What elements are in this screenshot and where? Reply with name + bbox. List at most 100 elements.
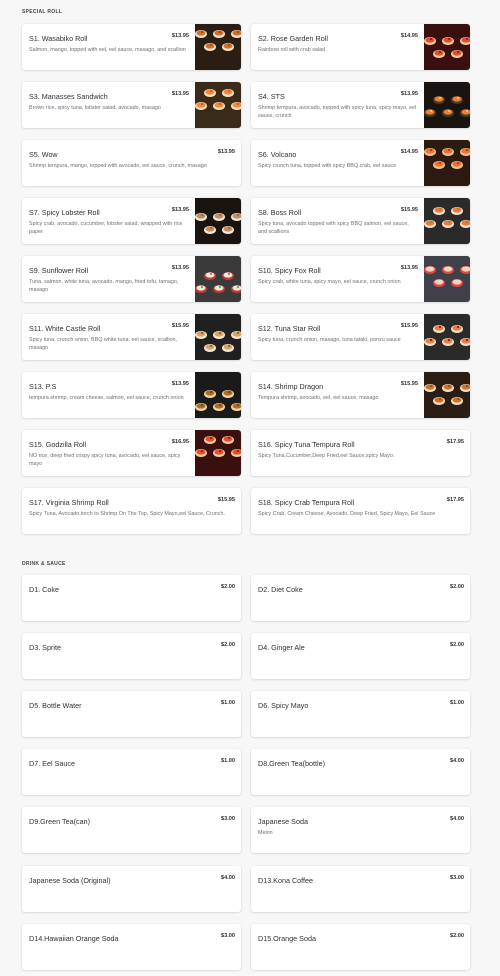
menu-item-card[interactable]: S2. Rose Garden Roll $14.95 Rainbow roll w…	[251, 24, 470, 70]
menu-item-card[interactable]: D5. Bottle Water $1.00	[22, 691, 241, 737]
menu-item-card[interactable]: D13.Kona Coffee $3.00	[251, 866, 470, 912]
sushi-roll-photo	[424, 256, 470, 302]
menu-item-price: $2.00	[221, 584, 235, 590]
menu-item-price: $13.95	[400, 91, 418, 97]
menu-item-name: S16. Spicy Tuna Tempura Roll	[258, 440, 355, 449]
menu-item-card[interactable]: S10. Spicy Fox Roll $13.95 Spicy crab, whi…	[251, 256, 470, 302]
menu-item-card[interactable]: D6. Spicy Mayo $1.00	[251, 691, 470, 737]
menu-item-card[interactable]: D9.Green Tea(can) $3.00	[22, 807, 241, 853]
menu-item-card[interactable]: D15.Orange Soda $2.00	[251, 924, 470, 970]
menu-item-name: S5. Wow	[29, 150, 58, 159]
menu-item-description: Salmon, mango, topped with eel, eel sauc…	[29, 47, 186, 53]
menu-item-card[interactable]: S9. Sunflower Roll $13.95 Tuna, salmon, wh…	[22, 256, 241, 302]
sushi-roll-photo	[424, 82, 470, 128]
menu-item-description: NO rice, deep fried crispy spicy tuna, a…	[29, 453, 181, 468]
menu-item-price: $1.00	[450, 700, 464, 706]
menu-item-card[interactable]: S14. Shrimp Dragon $15.95 Tempura shrimp, …	[251, 372, 470, 418]
menu-item-card[interactable]: D8.Green Tea(bottle) $4.00	[251, 749, 470, 795]
menu-item-price: $2.00	[450, 584, 464, 590]
menu-item-price: $17.95	[446, 439, 464, 445]
menu-item-price: $13.95	[171, 381, 189, 387]
menu-item-price: $13.95	[171, 265, 189, 271]
menu-item-name: S15. Godzilla Roll	[29, 440, 87, 449]
menu-item-name: S9. Sunflower Roll	[29, 266, 89, 275]
menu-item-name: S18. Spicy Crab Tempura Roll	[258, 498, 355, 507]
menu-item-name: D7. Eel Sauce	[29, 759, 75, 768]
menu-item-description: Spicy Crab, Cream Cheese, Avocado, Deep …	[258, 511, 436, 517]
menu-item-card[interactable]: Japanese Soda $4.00 Melon	[251, 807, 470, 853]
menu-item-card[interactable]: S18. Spicy Crab Tempura Roll $17.95 Spicy …	[251, 488, 470, 534]
menu-item-card[interactable]: S16. Spicy Tuna Tempura Roll $17.95 Spicy …	[251, 430, 470, 476]
menu-item-name: Japanese Soda	[258, 817, 308, 826]
menu-item-name: D13.Kona Coffee	[258, 876, 314, 885]
menu-item-card[interactable]: Japanese Soda (Original) $4.00	[22, 866, 241, 912]
sushi-roll-photo	[195, 24, 241, 70]
sushi-roll-photo	[195, 314, 241, 360]
menu-item-name: D8.Green Tea(bottle)	[258, 759, 325, 768]
menu-item-name: S3. Manasses Sandwich	[29, 92, 108, 101]
menu-item-price: $14.95	[400, 149, 418, 155]
menu-item-card[interactable]: S3. Manasses Sandwich $13.95 Brown rice, s…	[22, 82, 241, 128]
menu-item-description: Melon	[258, 830, 273, 836]
menu-item-description: Spicy crab, white tuna, spicy mayo, eel …	[258, 279, 401, 285]
menu-item-name: S1. Wasabiko Roll	[29, 34, 88, 43]
menu-item-name: S8. Boss Roll	[258, 208, 302, 217]
menu-item-price: $15.95	[400, 323, 418, 329]
menu-item-description: Spicy Tuna, Avocado,torch to Shrimp On T…	[29, 511, 225, 517]
menu-item-card[interactable]: S11. White Castle Roll $15.95 Spicy tuna, …	[22, 314, 241, 360]
menu-item-name: D4. Ginger Ale	[258, 643, 305, 652]
menu-item-price: $2.00	[450, 933, 464, 939]
menu-item-price: $15.95	[400, 381, 418, 387]
menu-item-price: $3.00	[221, 933, 235, 939]
menu-item-card[interactable]: D2. Diet Coke $2.00	[251, 575, 470, 621]
menu-item-card[interactable]: S8. Boss Roll $15.95 Spicy tuna, avocado t…	[251, 198, 470, 244]
menu-item-card[interactable]: S1. Wasabiko Roll $13.95 Salmon, mango, to…	[22, 24, 241, 70]
menu-item-card[interactable]: S7. Spicy Lobster Roll $13.95 Spicy crab, …	[22, 198, 241, 244]
menu-item-card[interactable]: S17. Virginia Shrimp Roll $15.95 Spicy Tun…	[22, 488, 241, 534]
menu-item-description: Spicy crab, avocado, cucumber, lobster s…	[29, 221, 183, 236]
menu-item-card[interactable]: D4. Ginger Ale $2.00	[251, 633, 470, 679]
menu-item-card[interactable]: S6. Volcano $14.95 Spicy crunch tuna, topp…	[251, 140, 470, 186]
menu-item-name: S2. Rose Garden Roll	[258, 34, 328, 43]
menu-item-name: S7. Spicy Lobster Roll	[29, 208, 100, 217]
menu-item-card[interactable]: D1. Coke $2.00	[22, 575, 241, 621]
menu-item-card[interactable]: S4. STS $13.95 Shrimp tempura, avocado, to…	[251, 82, 470, 128]
menu-item-name: D2. Diet Coke	[258, 585, 303, 594]
menu-item-name: D14.Hawaiian Orange Soda	[29, 934, 119, 943]
sushi-roll-photo	[195, 430, 241, 476]
menu-item-description: Spicy tuna, avocado topped with spicy BB…	[258, 221, 409, 236]
menu-item-name: S14. Shrimp Dragon	[258, 382, 324, 391]
menu-item-description: Tempura shrimp, avocado, eel, eel sauce,…	[258, 395, 379, 401]
menu-item-price: $15.95	[400, 207, 418, 213]
menu-item-price: $4.00	[221, 875, 235, 881]
menu-item-card[interactable]: S12. Tuna Star Roll $15.95 Spicy tuna, cru…	[251, 314, 470, 360]
menu-item-description: Rainbow roll with crab salad	[258, 47, 326, 53]
sushi-roll-photo	[195, 256, 241, 302]
menu-item-name: S12. Tuna Star Roll	[258, 324, 321, 333]
special-roll-section-title: SPECIAL ROLL	[22, 9, 63, 15]
menu-item-description: Spicy Tuna,Cucumber,Deep Fried,eel Sauce…	[258, 453, 395, 459]
menu-item-price: $13.95	[171, 207, 189, 213]
menu-item-price: $4.00	[450, 816, 464, 822]
menu-item-card[interactable]: S13. P.S $13.95 tempura shrimp, cream chee…	[22, 372, 241, 418]
menu-item-description: Brown rice, spicy tuna, lobster salad, a…	[29, 105, 161, 111]
menu-item-price: $15.95	[217, 497, 235, 503]
menu-item-name: D9.Green Tea(can)	[29, 817, 90, 826]
menu-item-price: $13.95	[217, 149, 235, 155]
menu-item-card[interactable]: S5. Wow $13.95 Shrimp tempura, mango, topp…	[22, 140, 241, 186]
menu-item-price: $15.95	[171, 323, 189, 329]
menu-item-price: $17.95	[446, 497, 464, 503]
menu-item-name: S6. Volcano	[258, 150, 297, 159]
menu-item-name: D15.Orange Soda	[258, 934, 316, 943]
menu-item-card[interactable]: D3. Sprite $2.00	[22, 633, 241, 679]
drink-sauce-section-title: DRINK & SAUCE	[22, 561, 66, 567]
menu-item-price: $4.00	[450, 758, 464, 764]
menu-item-card[interactable]: D7. Eel Sauce $1.00	[22, 749, 241, 795]
menu-item-card[interactable]: S15. Godzilla Roll $16.95 NO rice, deep fr…	[22, 430, 241, 476]
menu-item-card[interactable]: D14.Hawaiian Orange Soda $3.00	[22, 924, 241, 970]
menu-item-description: Spicy tuna, crunch onion, BBQ white tuna…	[29, 337, 178, 352]
menu-item-description: Shrimp tempura, avocado, topped with spi…	[258, 105, 417, 120]
menu-item-description: Spicy tuna, crunch onion, masago, tuna t…	[258, 337, 401, 343]
menu-item-price: $1.00	[221, 700, 235, 706]
menu-item-name: S10. Spicy Fox Roll	[258, 266, 321, 275]
